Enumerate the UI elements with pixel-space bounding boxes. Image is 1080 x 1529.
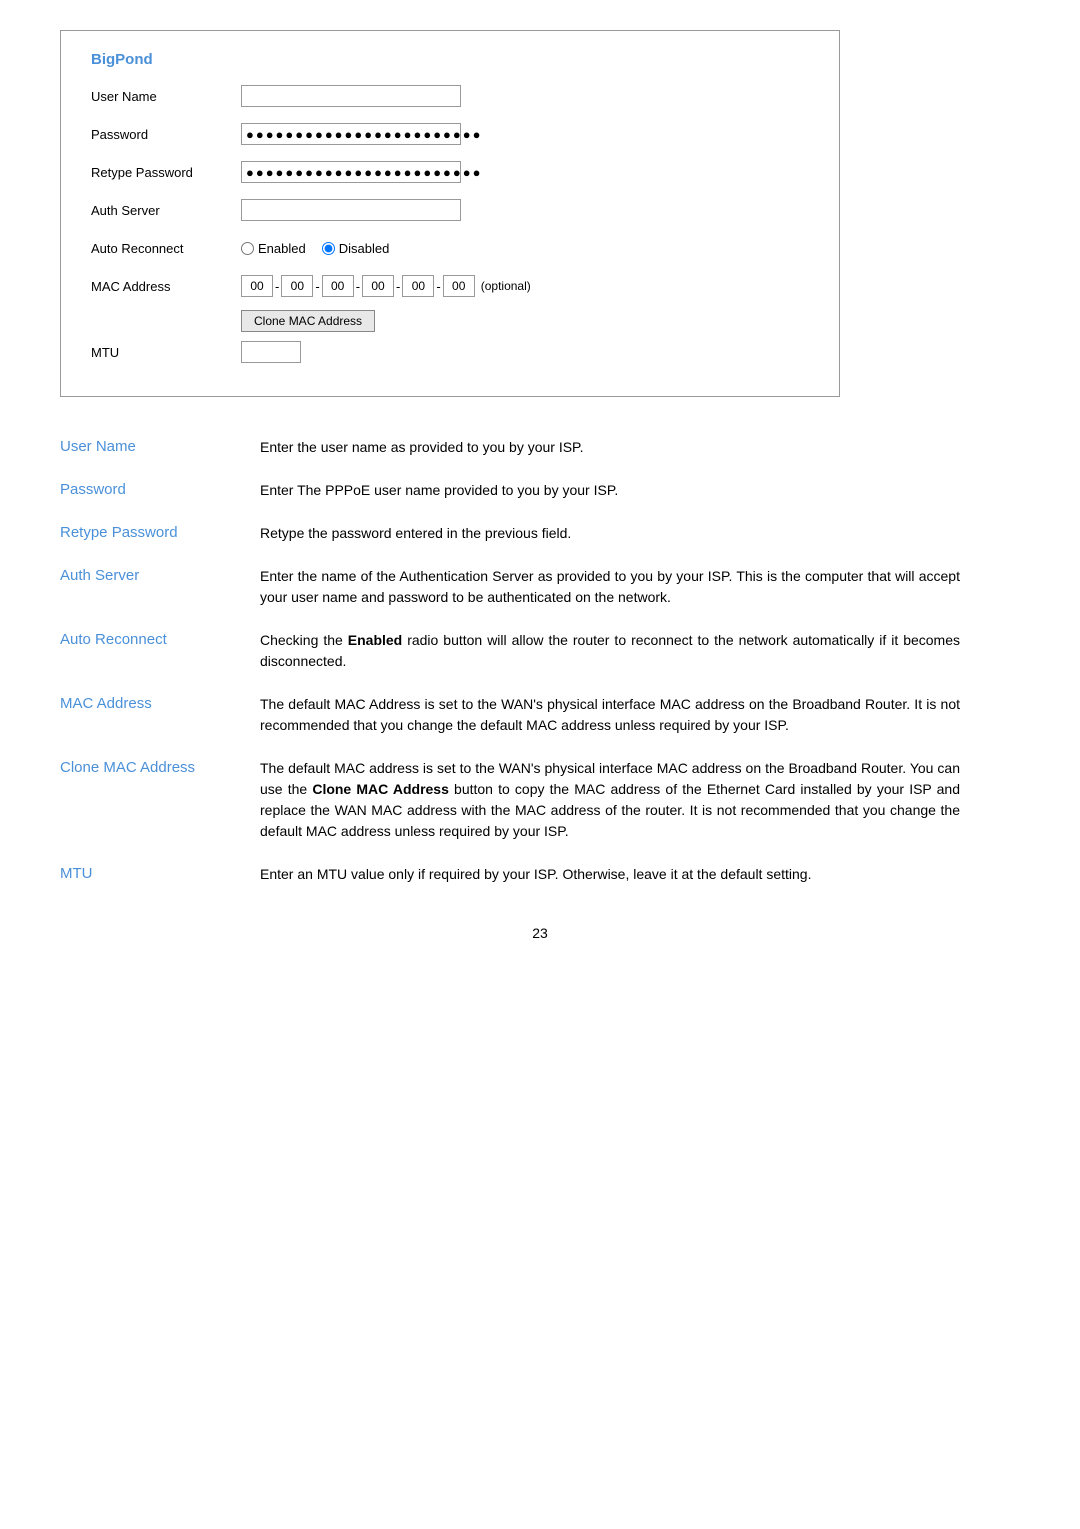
- mtu-input[interactable]: 1500: [241, 341, 301, 363]
- mtu-row: MTU 1500: [91, 338, 809, 366]
- user-name-row: User Name: [91, 82, 809, 110]
- description-section: User Name Enter the user name as provide…: [60, 437, 960, 885]
- desc-term-mac-address: MAC Address: [60, 694, 260, 712]
- mac-sep-1: -: [273, 279, 281, 294]
- mac-fields-group: - - - - - (optional): [241, 275, 531, 297]
- desc-def-clone-mac: The default MAC address is set to the WA…: [260, 758, 960, 842]
- mac-address-label: MAC Address: [91, 279, 241, 294]
- mac-field-3[interactable]: [322, 275, 354, 297]
- auth-server-label: Auth Server: [91, 203, 241, 218]
- auth-server-input[interactable]: [241, 199, 461, 221]
- auth-server-row: Auth Server: [91, 196, 809, 224]
- desc-def-mac-address: The default MAC Address is set to the WA…: [260, 694, 960, 736]
- auto-reconnect-label: Auto Reconnect: [91, 241, 241, 256]
- disabled-radio-label[interactable]: Disabled: [322, 241, 390, 256]
- mac-sep-4: -: [394, 279, 402, 294]
- desc-term-password: Password: [60, 480, 260, 498]
- desc-term-retype-password: Retype Password: [60, 523, 260, 541]
- mac-field-6[interactable]: [443, 275, 475, 297]
- desc-retype-password: Retype Password Retype the password ente…: [60, 523, 960, 544]
- desc-def-auto-reconnect: Checking the Enabled radio button will a…: [260, 630, 960, 672]
- user-name-input[interactable]: [241, 85, 461, 107]
- disabled-label: Disabled: [339, 241, 390, 256]
- enabled-radio-label[interactable]: Enabled: [241, 241, 306, 256]
- mac-sep-2: -: [313, 279, 321, 294]
- desc-def-password: Enter The PPPoE user name provided to yo…: [260, 480, 960, 501]
- password-label: Password: [91, 127, 241, 142]
- retype-password-label: Retype Password: [91, 165, 241, 180]
- retype-password-row: Retype Password ●●●●●●●●●●●●●●●●●●●●●●●●: [91, 158, 809, 186]
- desc-mtu: MTU Enter an MTU value only if required …: [60, 864, 960, 885]
- retype-password-input[interactable]: ●●●●●●●●●●●●●●●●●●●●●●●●: [241, 161, 461, 183]
- password-row: Password ●●●●●●●●●●●●●●●●●●●●●●●●: [91, 120, 809, 148]
- mtu-label: MTU: [91, 345, 241, 360]
- desc-auth-server: Auth Server Enter the name of the Authen…: [60, 566, 960, 608]
- password-input[interactable]: ●●●●●●●●●●●●●●●●●●●●●●●●: [241, 123, 461, 145]
- user-name-label: User Name: [91, 89, 241, 104]
- enabled-label: Enabled: [258, 241, 306, 256]
- clone-mac-button[interactable]: Clone MAC Address: [241, 310, 375, 332]
- mac-sep-3: -: [354, 279, 362, 294]
- desc-def-user-name: Enter the user name as provided to you b…: [260, 437, 960, 458]
- section-title: BigPond: [91, 51, 809, 68]
- mac-field-5[interactable]: [402, 275, 434, 297]
- mac-field-4[interactable]: [362, 275, 394, 297]
- desc-def-retype-password: Retype the password entered in the previ…: [260, 523, 960, 544]
- page-number: 23: [60, 925, 1020, 941]
- desc-clone-mac: Clone MAC Address The default MAC addres…: [60, 758, 960, 842]
- bigpond-form-box: BigPond User Name Password ●●●●●●●●●●●●●…: [60, 30, 840, 397]
- clone-btn-row: Clone MAC Address: [241, 310, 809, 332]
- desc-password: Password Enter The PPPoE user name provi…: [60, 480, 960, 501]
- desc-mac-address: MAC Address The default MAC Address is s…: [60, 694, 960, 736]
- desc-term-mtu: MTU: [60, 864, 260, 882]
- desc-term-auth-server: Auth Server: [60, 566, 260, 584]
- disabled-radio[interactable]: [322, 242, 335, 255]
- desc-term-auto-reconnect: Auto Reconnect: [60, 630, 260, 648]
- desc-def-auth-server: Enter the name of the Authentication Ser…: [260, 566, 960, 608]
- desc-auto-reconnect: Auto Reconnect Checking the Enabled radi…: [60, 630, 960, 672]
- enabled-radio[interactable]: [241, 242, 254, 255]
- mac-optional-label: (optional): [481, 279, 531, 293]
- mac-address-row: MAC Address - - - - - (optional): [91, 272, 809, 300]
- desc-def-mtu: Enter an MTU value only if required by y…: [260, 864, 960, 885]
- auto-reconnect-group: Enabled Disabled: [241, 241, 389, 256]
- mac-field-2[interactable]: [281, 275, 313, 297]
- auto-reconnect-row: Auto Reconnect Enabled Disabled: [91, 234, 809, 262]
- desc-term-user-name: User Name: [60, 437, 260, 455]
- desc-term-clone-mac: Clone MAC Address: [60, 758, 260, 776]
- mac-field-1[interactable]: [241, 275, 273, 297]
- desc-user-name: User Name Enter the user name as provide…: [60, 437, 960, 458]
- mac-sep-5: -: [434, 279, 442, 294]
